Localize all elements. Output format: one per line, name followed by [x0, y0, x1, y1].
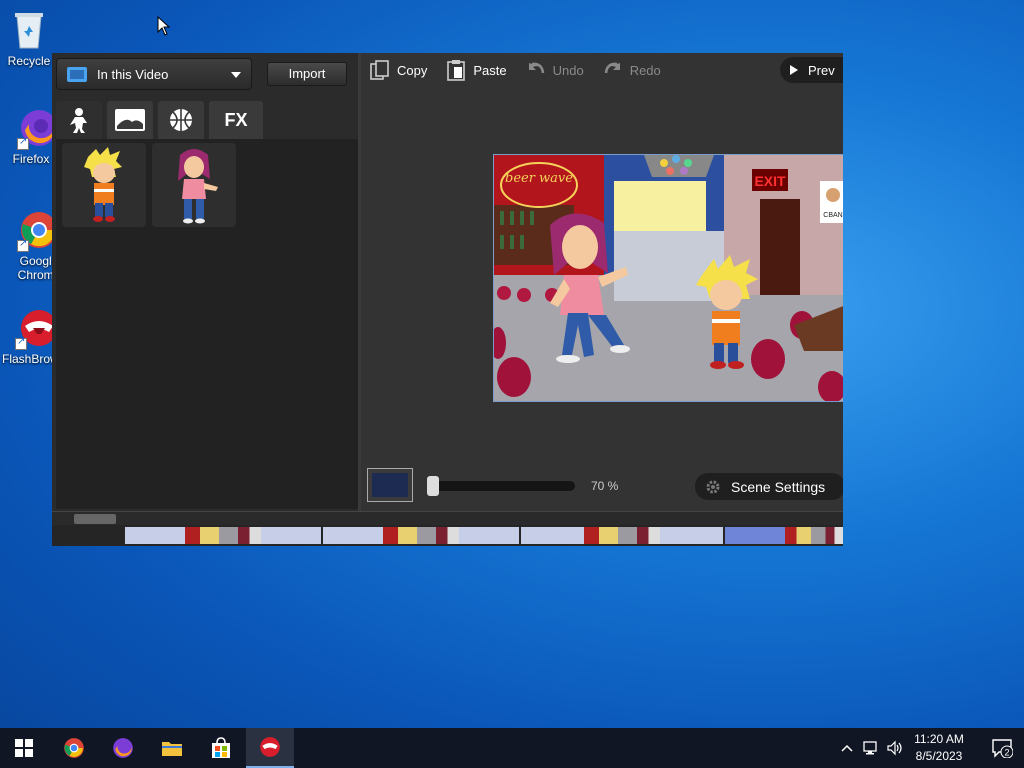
desktop-icon-label: FlashBrowser: [2, 352, 56, 366]
asset-tabs: FX: [56, 101, 263, 139]
volume-control[interactable]: [885, 728, 905, 768]
chevron-down-icon: [231, 72, 241, 78]
show-hidden-icons[interactable]: [838, 728, 856, 768]
copy-icon: [370, 60, 389, 80]
timeline-frame-thumb: [584, 527, 660, 544]
clock-date: 8/5/2023: [915, 749, 963, 763]
network-icon: [863, 741, 877, 755]
scene-settings-label: Scene Settings: [731, 478, 826, 495]
shortcut-arrow-icon: [17, 136, 29, 150]
taskbar-chrome[interactable]: [50, 728, 98, 768]
scene-thumbnail[interactable]: [367, 468, 413, 502]
copy-label: Copy: [397, 62, 428, 78]
tab-backgrounds[interactable]: [107, 101, 153, 139]
taskbar: 11:20 AM 8/5/2023 2: [0, 728, 1024, 768]
undo-icon: [528, 62, 544, 74]
asset-source-dropdown[interactable]: In this Video: [56, 58, 252, 90]
desktop-icon-label: Firefox: [12, 152, 50, 166]
notification-icon: 2: [992, 739, 1013, 758]
chevron-up-icon: [841, 744, 853, 752]
windows-logo-icon: [15, 739, 33, 757]
clock-time: 11:20 AM: [914, 732, 964, 746]
zoom-slider-handle[interactable]: [427, 476, 439, 496]
redo-icon: [604, 62, 620, 74]
network-status[interactable]: [861, 728, 881, 768]
character-thumb-blonde-boy[interactable]: [62, 143, 146, 227]
notification-count: 2: [1004, 748, 1009, 758]
preview-button[interactable]: Prev: [780, 57, 843, 83]
speaker-icon: [887, 740, 902, 756]
action-center-button[interactable]: 2: [980, 728, 1024, 768]
paste-icon: [447, 60, 466, 81]
scene-controls: 70 % Scene Settings: [361, 463, 843, 511]
taskbar-file-explorer[interactable]: [148, 728, 196, 768]
shortcut-arrow-icon: [15, 336, 27, 350]
tab-effects[interactable]: FX: [209, 101, 263, 139]
background-icon: [115, 109, 145, 131]
store-bag-icon: [212, 737, 230, 758]
undo-label: Undo: [552, 62, 584, 78]
firefox-icon: [113, 738, 133, 758]
taskbar-flashbrowser[interactable]: [246, 728, 294, 768]
timeline: [52, 525, 843, 546]
redo-button[interactable]: Redo: [602, 59, 661, 81]
taskbar-clock[interactable]: 11:20 AM 8/5/2023: [905, 731, 973, 765]
poster-text: CBAN: [823, 212, 842, 219]
chrome-icon: [64, 738, 84, 758]
asset-panel: In this Video Import FX: [52, 53, 361, 511]
paste-button[interactable]: Paste: [445, 59, 507, 81]
play-icon: [790, 65, 798, 75]
timeline-scroll-handle[interactable]: [74, 514, 116, 524]
mouse-cursor-icon: [157, 15, 171, 36]
redo-label: Redo: [629, 62, 661, 78]
video-maker-window: In this Video Import FX Copy Paste Undo …: [52, 53, 843, 546]
timeline-frame-thumb: [383, 527, 459, 544]
timeline-frame-thumb: [185, 527, 261, 544]
film-icon: [67, 66, 87, 82]
preview-label: Prev: [808, 62, 835, 78]
ball-icon: [170, 109, 192, 131]
scene-canvas: beer wave EXIT CBAN: [494, 155, 843, 401]
dropdown-label: In this Video: [97, 66, 169, 82]
exit-sign-text: EXIT: [754, 173, 786, 189]
undo-button[interactable]: Undo: [525, 59, 584, 81]
bar-sign-text: beer wave: [505, 171, 573, 186]
tab-effects-label: FX: [224, 109, 248, 130]
taskbar-store[interactable]: [197, 728, 245, 768]
scene-stage[interactable]: beer wave EXIT CBAN: [493, 154, 843, 402]
shortcut-arrow-icon: [17, 238, 29, 252]
folder-icon: [162, 742, 182, 756]
recycle-bin-icon: [7, 8, 51, 52]
timeline-ruler: [52, 511, 843, 525]
flashbrowser-icon: [260, 737, 280, 757]
editor-panel: Copy Paste Undo Redo Prev beer wave EXIT…: [361, 53, 843, 511]
copy-button[interactable]: Copy: [369, 59, 427, 81]
tab-props[interactable]: [158, 101, 204, 139]
tab-characters[interactable]: [56, 101, 102, 139]
zoom-slider-track[interactable]: [431, 481, 575, 491]
edit-toolbar: Copy Paste Undo Redo Prev: [361, 53, 843, 87]
paste-label: Paste: [473, 62, 507, 78]
character-thumb-pink-hair-girl[interactable]: [152, 143, 236, 227]
start-button[interactable]: [0, 728, 48, 768]
scene-settings-button[interactable]: Scene Settings: [695, 473, 843, 500]
character-icon: [70, 108, 87, 133]
timeline-frame-thumb: [785, 527, 843, 544]
zoom-level: 70 %: [591, 479, 619, 493]
import-button[interactable]: Import: [267, 62, 347, 86]
taskbar-firefox[interactable]: [99, 728, 147, 768]
gear-icon: [706, 480, 720, 493]
asset-grid: [56, 139, 358, 509]
